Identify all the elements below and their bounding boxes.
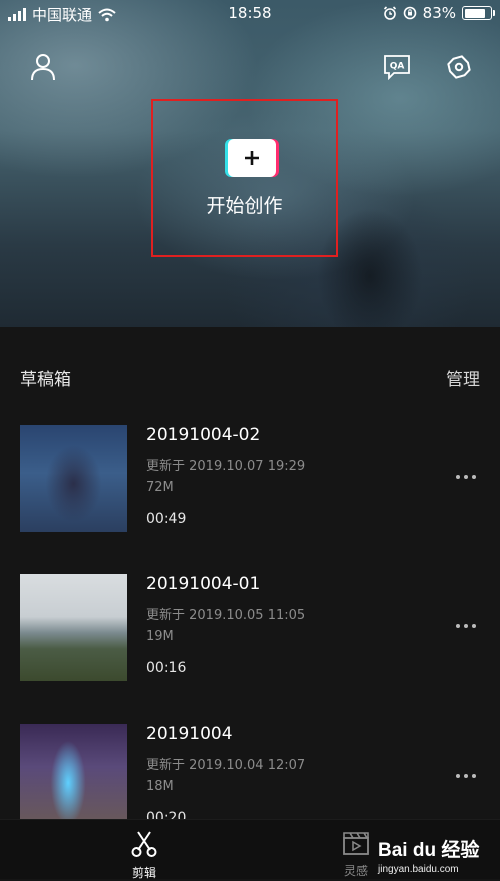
draft-thumbnail [20, 574, 127, 681]
draft-title: 20191004 [146, 724, 233, 744]
more-options-icon[interactable] [456, 774, 476, 778]
draft-updated: 更新于 2019.10.07 19:29 [146, 459, 306, 474]
rotation-lock-icon [403, 6, 416, 20]
scissors-icon [131, 831, 157, 857]
draft-title: 20191004-02 [146, 425, 261, 445]
status-bar: 中国联通 18:58 83% [0, 0, 500, 28]
alarm-icon [383, 6, 396, 20]
start-creation-label: 开始创作 [206, 195, 283, 217]
draft-size: 72M [146, 480, 174, 495]
drafts-title: 草稿箱 [20, 370, 71, 390]
more-options-icon[interactable] [456, 624, 476, 628]
watermark-logo: Bai du 经验 [378, 840, 480, 861]
draft-item[interactable]: 20191004-01 更新于 2019.10.05 11:05 19M 00:… [0, 574, 500, 684]
draft-title: 20191004-01 [146, 574, 261, 594]
status-right: 83% [383, 4, 495, 22]
draft-item[interactable]: 20191004 更新于 2019.10.04 12:07 18M 00:20 [0, 724, 500, 834]
start-creation-area[interactable]: 开始创作 [151, 99, 338, 257]
qa-icon: QA [384, 55, 410, 80]
manage-button[interactable]: 管理 [446, 365, 480, 390]
drafts-header: 草稿箱 管理 [0, 355, 500, 395]
user-icon [31, 54, 55, 81]
draft-updated: 更新于 2019.10.05 11:05 [146, 608, 306, 623]
draft-item[interactable]: 20191004-02 更新于 2019.10.07 19:29 72M 00:… [0, 425, 500, 535]
tab-inspiration[interactable]: 灵感 [326, 830, 386, 879]
tab-inspiration-label: 灵感 [343, 864, 368, 878]
draft-thumbnail [20, 425, 127, 532]
start-creation-button[interactable] [228, 139, 276, 177]
draft-updated: 更新于 2019.10.04 12:07 [146, 758, 306, 773]
battery-percent: 83% [422, 4, 456, 22]
qa-button[interactable]: QA [380, 50, 414, 84]
draft-thumbnail [20, 724, 127, 831]
draft-duration: 00:49 [146, 511, 187, 527]
gear-icon [447, 55, 471, 79]
battery-icon [462, 6, 495, 20]
more-options-icon[interactable] [456, 475, 476, 479]
qa-label: QA [390, 62, 405, 72]
draft-duration: 00:16 [146, 660, 187, 676]
draft-size: 18M [146, 779, 174, 794]
clapperboard-icon [343, 832, 369, 855]
tab-edit[interactable]: 剪辑 [114, 830, 174, 881]
baidu-watermark: Bai du 经验 jingyan.baidu.com [378, 835, 493, 879]
plus-icon [245, 151, 259, 165]
watermark-url: jingyan.baidu.com [378, 864, 459, 875]
profile-button[interactable] [26, 50, 60, 84]
tab-edit-label: 剪辑 [131, 866, 156, 880]
draft-size: 19M [146, 629, 174, 644]
settings-button[interactable] [442, 50, 476, 84]
